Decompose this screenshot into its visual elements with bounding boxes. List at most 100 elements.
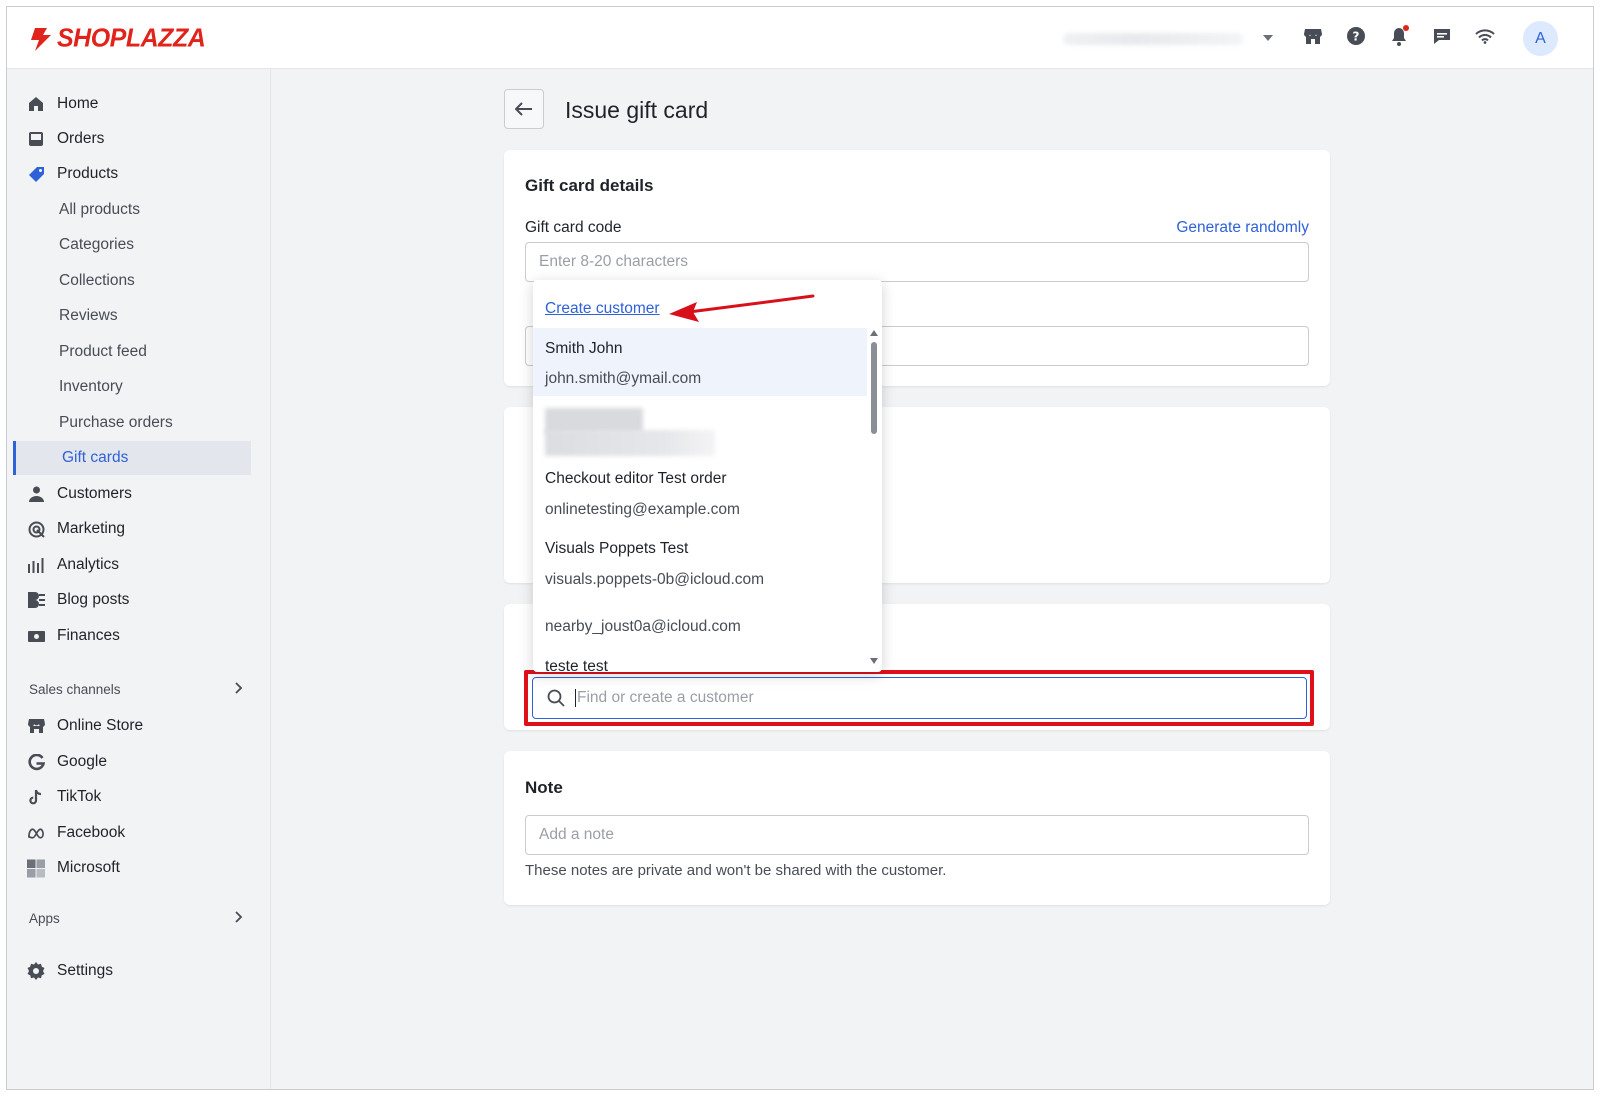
sidebar-subitem-purchase-orders[interactable]: Purchase orders <box>59 406 251 440</box>
customer-option-nearby-joust[interactable]: nearby_joust0a@icloud.com <box>533 606 867 650</box>
sidebar-item-label: Blog posts <box>57 591 130 608</box>
gift-card-code-placeholder: Enter 8-20 characters <box>539 253 689 270</box>
customer-name: teste test <box>545 658 608 672</box>
sidebar-subitem-reviews[interactable]: Reviews <box>59 299 251 333</box>
customer-name: Visuals Poppets Test <box>545 540 689 557</box>
target-icon <box>27 520 45 538</box>
sidebar-item-label: Home <box>57 95 99 112</box>
sidebar-subitem-inventory[interactable]: Inventory <box>59 370 251 404</box>
sidebar-item-label: Settings <box>57 962 114 979</box>
store-selector[interactable] <box>1063 27 1273 49</box>
scroll-down-arrow-icon[interactable] <box>870 658 878 664</box>
person-icon <box>27 485 45 503</box>
avatar[interactable]: A <box>1523 21 1558 56</box>
wifi-icon[interactable] <box>1474 25 1496 47</box>
sidebar-item-marketing[interactable]: Marketing <box>27 512 251 546</box>
meta-icon <box>27 824 45 842</box>
google-icon <box>27 753 45 771</box>
annotation-arrow-icon <box>669 294 815 322</box>
sidebar-item-analytics[interactable]: Analytics <box>27 548 251 582</box>
customer-dropdown: Create customer Smith John john.smith@ym… <box>533 280 882 672</box>
gift-card-code-label: Gift card code <box>525 219 622 236</box>
sidebar-item-label: Orders <box>57 130 105 147</box>
brand-name: SHOPLAZZA <box>57 23 206 53</box>
sidebar-item-products[interactable]: Products <box>27 157 251 191</box>
sidebar-item-microsoft[interactable]: Microsoft <box>27 851 251 885</box>
sidebar-item-label: Analytics <box>57 556 120 573</box>
sidebar: Home Orders Products All products Catego… <box>7 69 271 1089</box>
customer-option-checkout-editor[interactable]: Checkout editor Test order onlinetesting… <box>533 466 867 536</box>
back-button[interactable] <box>504 89 544 129</box>
top-bar-actions: ? <box>1302 25 1496 47</box>
customer-email: visuals.poppets-0b@icloud.com <box>545 571 765 588</box>
inbox-icon <box>27 130 45 148</box>
notification-dot <box>1403 25 1409 31</box>
shoplazza-logo[interactable]: SHOPLAZZA <box>29 23 206 53</box>
gear-icon <box>27 962 45 980</box>
customer-option-smith-john[interactable]: Smith John john.smith@ymail.com <box>533 328 867 396</box>
customer-option-visuals-poppets[interactable]: Visuals Poppets Test visuals.poppets-0b@… <box>533 536 867 606</box>
sidebar-subitem-categories[interactable]: Categories <box>59 228 251 262</box>
sidebar-item-finances[interactable]: Finances <box>27 619 251 653</box>
blog-icon <box>27 591 45 609</box>
microsoft-icon <box>27 859 45 877</box>
finance-icon <box>27 627 45 645</box>
note-input[interactable]: Add a note <box>525 815 1309 855</box>
bell-icon[interactable] <box>1388 25 1410 47</box>
bars-icon <box>27 556 45 574</box>
arrow-left-icon <box>515 102 532 116</box>
customer-option-redacted[interactable] <box>533 396 867 466</box>
sidebar-item-label: Online Store <box>57 717 144 734</box>
sidebar-subitem-collections[interactable]: Collections <box>59 264 251 298</box>
note-placeholder: Add a note <box>539 826 614 843</box>
apps-header[interactable]: Apps <box>29 911 243 926</box>
sidebar-item-label: Finances <box>57 627 120 644</box>
chat-icon[interactable] <box>1431 25 1453 47</box>
sidebar-item-label: Google <box>57 753 107 770</box>
app-window: SHOPLAZZA ? A Home Orders Products All p… <box>6 6 1594 1090</box>
sidebar-subitem-gift-cards[interactable]: Gift cards <box>13 441 251 475</box>
help-icon[interactable]: ? <box>1345 25 1367 47</box>
scrollbar-thumb[interactable] <box>871 342 877 434</box>
sidebar-item-google[interactable]: Google <box>27 745 251 779</box>
sidebar-item-settings[interactable]: Settings <box>27 954 251 988</box>
customer-option-teste-test[interactable]: teste test <box>533 650 867 672</box>
sidebar-item-label: Microsoft <box>57 859 120 876</box>
customer-name: Checkout editor Test order <box>545 470 727 487</box>
chevron-down-icon <box>1263 35 1273 41</box>
sidebar-item-blog-posts[interactable]: Blog posts <box>27 583 251 617</box>
sidebar-subitem-product-feed[interactable]: Product feed <box>59 335 251 369</box>
tag-icon <box>27 165 45 183</box>
gift-card-code-input[interactable]: Enter 8-20 characters <box>525 242 1309 282</box>
svg-text:?: ? <box>1353 30 1360 44</box>
sidebar-item-facebook[interactable]: Facebook <box>27 816 251 850</box>
sidebar-item-home[interactable]: Home <box>27 87 251 121</box>
sidebar-item-customers[interactable]: Customers <box>27 477 251 511</box>
dropdown-scrollbar[interactable] <box>867 330 881 670</box>
customer-email: nearby_joust0a@icloud.com <box>545 618 741 635</box>
scroll-up-arrow-icon[interactable] <box>870 330 878 336</box>
sidebar-item-online-store[interactable]: Online Store <box>27 709 251 743</box>
sidebar-item-tiktok[interactable]: TikTok <box>27 780 251 814</box>
apps-label: Apps <box>29 911 60 926</box>
sidebar-item-label: Facebook <box>57 824 126 841</box>
generate-randomly-link[interactable]: Generate randomly <box>1176 219 1309 237</box>
card-title: Gift card details <box>525 176 654 195</box>
note-title: Note <box>525 778 563 797</box>
top-bar: SHOPLAZZA ? A <box>7 7 1593 69</box>
note-helper-text: These notes are private and won't be sha… <box>525 862 947 879</box>
annotation-highlight-box <box>524 670 1314 726</box>
customer-email: john.smith@ymail.com <box>545 370 702 387</box>
storefront-icon <box>27 717 45 735</box>
redacted-email <box>545 430 715 456</box>
storefront-icon[interactable] <box>1302 25 1324 47</box>
sidebar-item-orders[interactable]: Orders <box>27 122 251 156</box>
create-customer-link[interactable]: Create customer <box>545 300 660 318</box>
sidebar-item-label: TikTok <box>57 788 102 805</box>
customer-name: Smith John <box>545 340 623 357</box>
chevron-right-icon <box>235 911 243 926</box>
sales-channels-header[interactable]: Sales channels <box>29 682 243 697</box>
customer-email: onlinetesting@example.com <box>545 501 740 518</box>
note-card: Note Add a note These notes are private … <box>504 751 1330 905</box>
sidebar-subitem-all-products[interactable]: All products <box>59 193 251 227</box>
